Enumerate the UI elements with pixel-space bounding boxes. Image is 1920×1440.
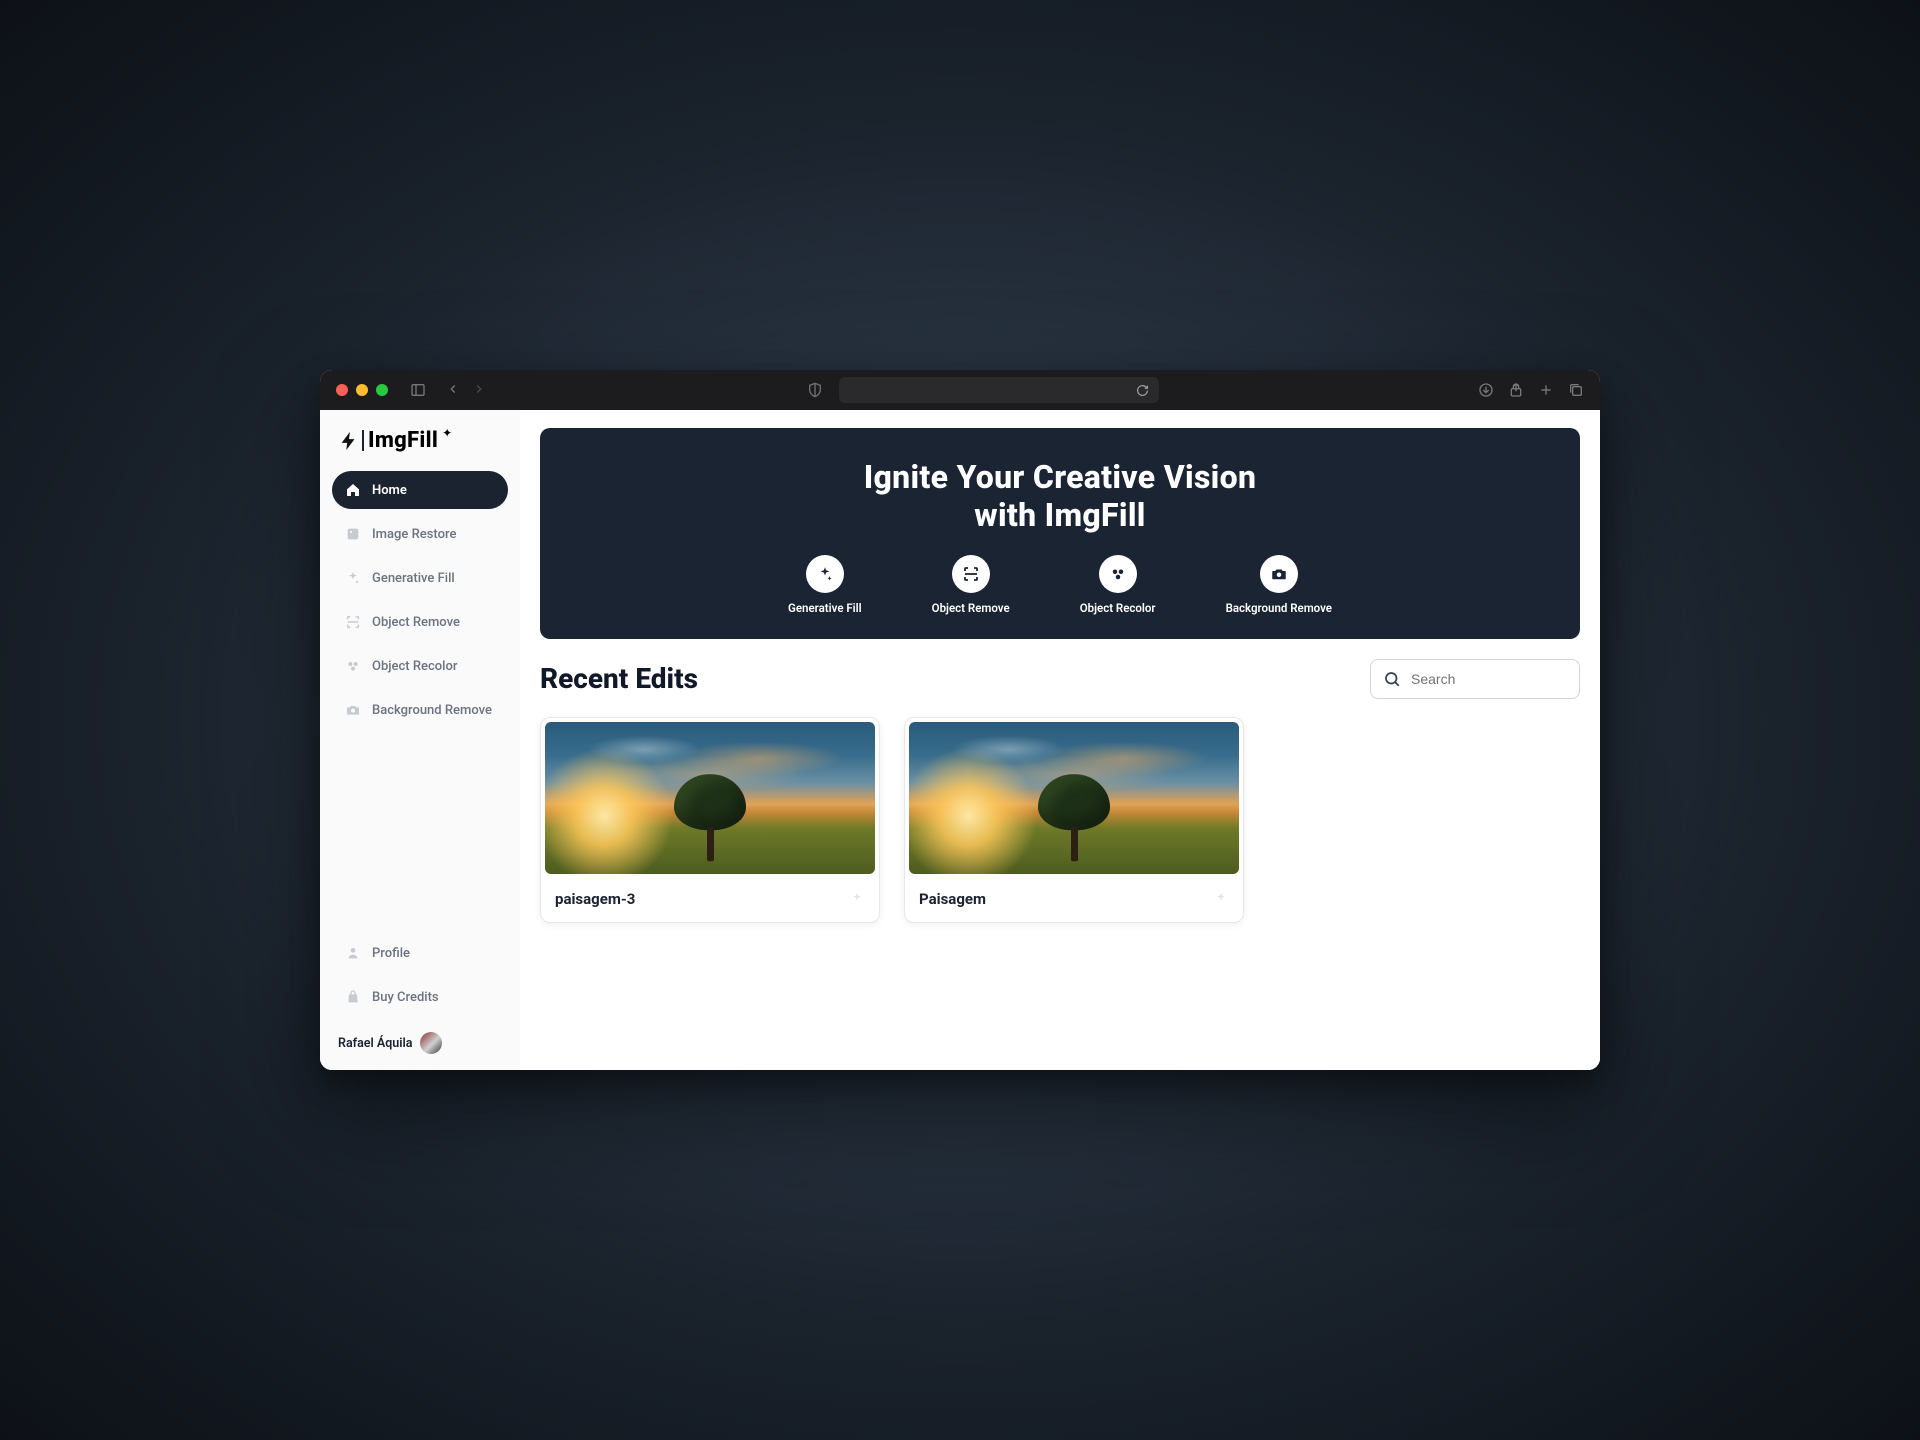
sidebar-toggle-icon[interactable] (410, 382, 426, 398)
reload-icon[interactable] (1136, 384, 1149, 397)
sparkle-icon (1213, 891, 1229, 907)
card-thumbnail (541, 718, 879, 878)
recolor-icon (1099, 555, 1137, 593)
sidebar-item-background-remove[interactable]: Background Remove (332, 691, 508, 729)
sparkle-accent-icon: ✦ (442, 426, 452, 440)
recolor-icon (344, 657, 362, 675)
sidebar-item-label: Buy Credits (372, 990, 439, 1005)
sidebar-item-object-recolor[interactable]: Object Recolor (332, 647, 508, 685)
main-content: Ignite Your Creative Vision with ImgFill… (520, 410, 1600, 1070)
brand-logo[interactable]: ImgFill ✦ (332, 428, 508, 471)
sidebar-item-buy-credits[interactable]: Buy Credits (332, 978, 508, 1016)
tab-overview-icon[interactable] (1568, 382, 1584, 398)
maximize-window-button[interactable] (376, 384, 388, 396)
edit-card[interactable]: Paisagem (904, 717, 1244, 923)
sidebar-item-label: Background Remove (372, 703, 492, 718)
cards-grid: paisagem-3 Paisagem (540, 717, 1580, 923)
search-icon (1383, 670, 1401, 688)
search-input[interactable] (1411, 671, 1592, 687)
sidebar-item-generative-fill[interactable]: Generative Fill (332, 559, 508, 597)
hero-action-label: Object Remove (932, 601, 1010, 615)
bolt-icon (338, 430, 360, 452)
hero-action-label: Generative Fill (788, 601, 862, 615)
hero-actions: Generative Fill Object Remove Object Rec… (788, 555, 1332, 615)
scan-icon (952, 555, 990, 593)
search-box[interactable] (1370, 659, 1580, 699)
window-controls (336, 384, 388, 396)
sparkle-icon (849, 891, 865, 907)
card-title: paisagem-3 (555, 890, 635, 908)
bag-icon (344, 988, 362, 1006)
new-tab-icon[interactable] (1538, 382, 1554, 398)
brand-name: ImgFill (368, 428, 438, 453)
person-icon (344, 944, 362, 962)
privacy-shield-icon[interactable] (807, 382, 823, 398)
sidebar-item-object-remove[interactable]: Object Remove (332, 603, 508, 641)
hero-action-object-remove[interactable]: Object Remove (932, 555, 1010, 615)
card-thumbnail (905, 718, 1243, 878)
home-icon (344, 481, 362, 499)
sidebar-item-profile[interactable]: Profile (332, 934, 508, 972)
sidebar-nav: Home Image Restore Generative Fill (332, 471, 508, 729)
close-window-button[interactable] (336, 384, 348, 396)
hero-action-generative-fill[interactable]: Generative Fill (788, 555, 862, 615)
restore-icon (344, 525, 362, 543)
address-bar[interactable] (839, 377, 1159, 403)
hero-title: Ignite Your Creative Vision with ImgFill (850, 458, 1270, 535)
sidebar-item-home[interactable]: Home (332, 471, 508, 509)
sidebar-item-label: Profile (372, 946, 410, 961)
sidebar-item-image-restore[interactable]: Image Restore (332, 515, 508, 553)
nav-forward-icon[interactable] (472, 382, 488, 398)
sidebar-item-label: Image Restore (372, 527, 456, 542)
edit-card[interactable]: paisagem-3 (540, 717, 880, 923)
downloads-icon[interactable] (1478, 382, 1494, 398)
user-chip[interactable]: Rafael Áquila (332, 1022, 508, 1056)
hero-action-label: Background Remove (1226, 601, 1332, 615)
sidebar-item-label: Object Recolor (372, 659, 457, 674)
camera-icon (344, 701, 362, 719)
scan-icon (344, 613, 362, 631)
card-title: Paisagem (919, 890, 986, 908)
camera-icon (1260, 555, 1298, 593)
hero-action-object-recolor[interactable]: Object Recolor (1080, 555, 1156, 615)
hero-action-label: Object Recolor (1080, 601, 1156, 615)
nav-back-icon[interactable] (446, 382, 462, 398)
hero-banner: Ignite Your Creative Vision with ImgFill… (540, 428, 1580, 639)
app-window: ImgFill ✦ Home Image Restore (320, 370, 1600, 1070)
avatar (420, 1032, 442, 1054)
sidebar: ImgFill ✦ Home Image Restore (320, 410, 520, 1070)
sidebar-item-label: Object Remove (372, 615, 460, 630)
sidebar-item-label: Generative Fill (372, 571, 455, 586)
minimize-window-button[interactable] (356, 384, 368, 396)
user-name: Rafael Áquila (338, 1036, 412, 1051)
sparkle-icon (344, 569, 362, 587)
hero-action-background-remove[interactable]: Background Remove (1226, 555, 1332, 615)
browser-titlebar (320, 370, 1600, 410)
sparkle-icon (806, 555, 844, 593)
share-icon[interactable] (1508, 382, 1524, 398)
sidebar-item-label: Home (372, 483, 407, 498)
section-title: Recent Edits (540, 662, 698, 695)
